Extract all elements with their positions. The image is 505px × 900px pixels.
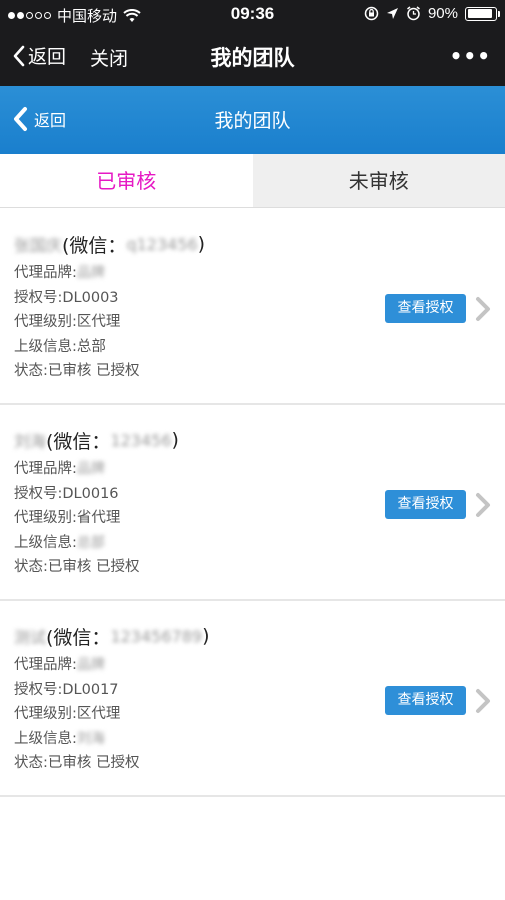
view-authorization-button[interactable]: 查看授权	[385, 294, 466, 323]
wechat-id: q123456	[126, 234, 198, 254]
battery-percent: 90%	[427, 5, 458, 22]
member-name: 刘海	[14, 432, 47, 451]
review-tabs: 已审核 未审核	[0, 154, 505, 208]
level-value: 区代理	[76, 706, 121, 722]
brand-label: 代理品牌:	[14, 657, 77, 673]
parent-line: 上级信息:总部	[14, 531, 491, 556]
parent-value: 总部	[76, 338, 106, 355]
wechat-prefix: (微信：	[46, 430, 111, 453]
battery-icon	[465, 6, 500, 21]
brand-line: 代理品牌:品牌	[14, 457, 491, 482]
wechat-suffix: )	[197, 233, 206, 255]
member-header: 刘海 (微信： 123456 )	[14, 423, 491, 457]
status-line: 状态:已审核 已授权	[14, 363, 140, 379]
auth-label: 授权号:	[14, 289, 63, 306]
wechat-title: 我的团队	[210, 46, 295, 70]
wechat-id: 123456	[110, 430, 172, 450]
wechat-prefix: (微信：	[46, 626, 111, 649]
level-value: 区代理	[76, 314, 121, 330]
wechat-prefix: (微信：	[62, 234, 127, 257]
auth-value: DL0017	[62, 681, 119, 698]
parent-line: 上级信息:总部	[14, 335, 491, 360]
view-authorization-button[interactable]: 查看授权	[385, 490, 466, 519]
status-right: 90%	[364, 5, 500, 22]
location-arrow-icon	[386, 8, 398, 19]
member-list: 张国庆 (微信： q123456 ) 代理品牌:品牌 授权号:DL0003 代理…	[0, 209, 505, 797]
parent-value: 刘海	[76, 730, 105, 747]
chevron-right-icon[interactable]	[472, 295, 494, 323]
rotation-lock-icon	[364, 6, 379, 21]
parent-value: 总部	[76, 534, 105, 551]
list-item: 张国庆 (微信： q123456 ) 代理品牌:品牌 授权号:DL0003 代理…	[0, 209, 505, 405]
level-value: 省代理	[76, 510, 121, 526]
status-bar: 中国移动 09:36 90%	[0, 0, 505, 28]
auth-label: 授权号:	[14, 485, 63, 502]
member-header: 张国庆 (微信： q123456 )	[14, 227, 491, 261]
view-authorization-button[interactable]: 查看授权	[385, 686, 466, 715]
list-item: 测试 (微信： 123456789 ) 代理品牌:品牌 授权号:DL0017 代…	[0, 601, 505, 797]
brand-value: 品牌	[76, 461, 105, 477]
member-header: 测试 (微信： 123456789 )	[14, 619, 491, 653]
battery-fill	[467, 9, 492, 18]
level-label: 代理级别:	[14, 706, 77, 722]
chevron-right-icon[interactable]	[472, 491, 494, 519]
auth-label: 授权号:	[14, 681, 63, 698]
level-label: 代理级别:	[14, 510, 77, 526]
chevron-right-icon[interactable]	[472, 687, 494, 715]
brand-label: 代理品牌:	[14, 265, 77, 281]
auth-value: DL0003	[62, 289, 119, 306]
parent-line: 上级信息:刘海	[14, 727, 491, 752]
wechat-suffix: )	[171, 429, 179, 451]
status-line: 状态:已审核 已授权	[14, 755, 140, 771]
parent-label: 上级信息:	[14, 730, 77, 747]
wechat-suffix: )	[202, 625, 210, 647]
auth-value: DL0016	[62, 485, 119, 502]
tab-pending[interactable]: 未审核	[252, 154, 505, 207]
brand-value: 品牌	[76, 657, 105, 673]
parent-label: 上级信息:	[14, 338, 77, 355]
brand-line: 代理品牌:品牌	[14, 261, 491, 286]
page-header: 返回 我的团队	[0, 86, 505, 154]
wechat-id: 123456789	[110, 626, 203, 646]
member-name: 张国庆	[14, 236, 63, 255]
more-options-button[interactable]: •••	[450, 44, 491, 68]
page-title: 我的团队	[214, 110, 291, 132]
brand-label: 代理品牌:	[14, 461, 77, 477]
list-item: 刘海 (微信： 123456 ) 代理品牌:品牌 授权号:DL0016 代理级别…	[0, 405, 505, 601]
parent-label: 上级信息:	[14, 534, 77, 551]
tab-approved[interactable]: 已审核	[0, 154, 253, 207]
brand-value: 品牌	[76, 265, 105, 281]
brand-line: 代理品牌:品牌	[14, 653, 491, 678]
wechat-nav-bar: 返回 关闭 我的团队 •••	[0, 28, 505, 86]
level-label: 代理级别:	[14, 314, 77, 330]
member-name: 测试	[14, 628, 47, 647]
status-line: 状态:已审核 已授权	[14, 559, 140, 575]
alarm-icon	[407, 6, 420, 21]
